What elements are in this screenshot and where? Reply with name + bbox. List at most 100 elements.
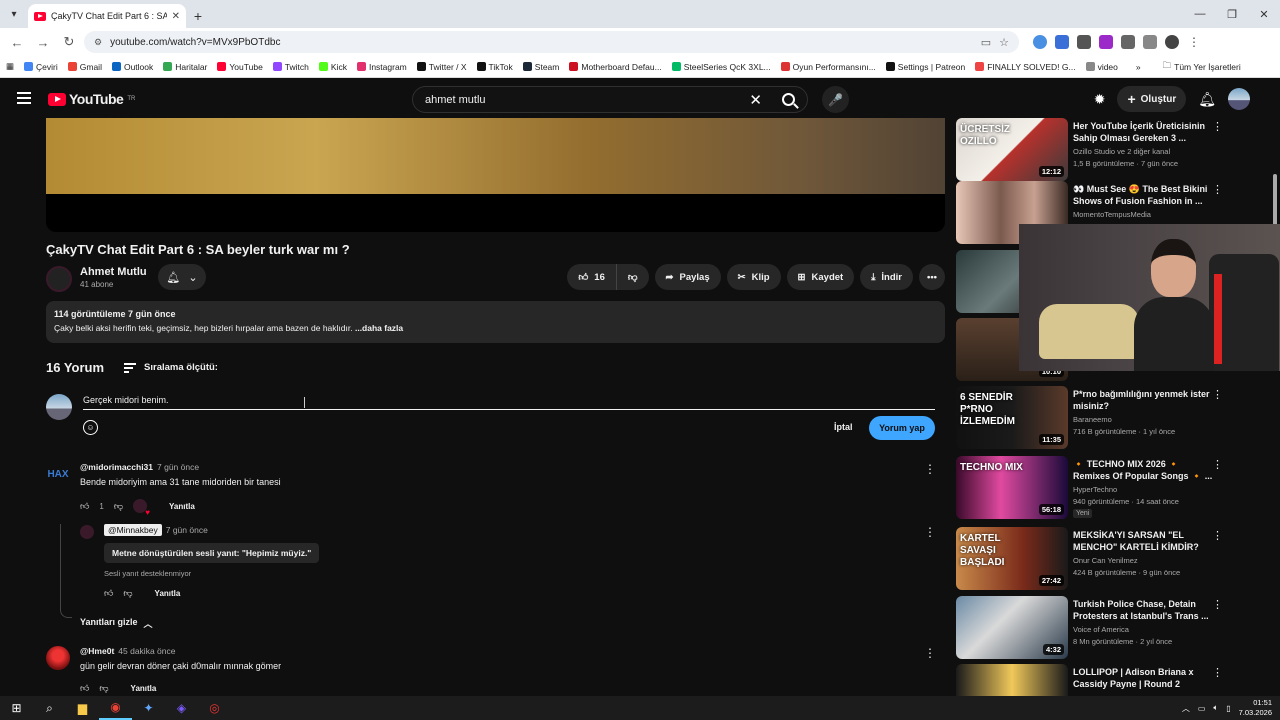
commenter-avatar[interactable]: HAX	[46, 462, 70, 486]
site-info-icon[interactable]: ⚙	[94, 37, 102, 48]
related-video-item[interactable]: TECHNO MIX 56:18 🔸 TECHNO MIX 2026 🔸 Remix…	[956, 456, 1268, 520]
video-thumbnail[interactable]: ÜCRETSİZ OZILLO 12:12	[956, 118, 1068, 181]
related-video-title[interactable]: MEKSİKA'YI SARSAN "EL MENCHO" KARTELİ Kİ…	[1073, 529, 1213, 553]
subscription-bell-button[interactable]: 🔔︎ ⌄	[158, 264, 206, 290]
file-explorer-icon[interactable]: ▆	[66, 696, 99, 720]
related-video-menu-icon[interactable]: ⋮	[1212, 529, 1223, 542]
related-video-title[interactable]: LOLLIPOP | Adison Briana x Cassidy Payne…	[1073, 666, 1213, 690]
extension-2-icon[interactable]	[1055, 35, 1069, 49]
back-icon[interactable]: ←	[6, 31, 28, 53]
profile-avatar-icon[interactable]	[1165, 35, 1179, 49]
video-thumbnail[interactable]: KARTEL SAVAŞI BAŞLADI 27:42	[956, 527, 1068, 590]
browser-tab[interactable]: ÇakyTV Chat Edit Part 6 : SA be... ✕	[28, 4, 186, 28]
related-video-item[interactable]: 6 SENEDİR P*RNO İZLEMEDİM 11:35 P*rno bağı…	[956, 386, 1268, 450]
all-bookmarks-folder[interactable]: 🗀 Tüm Yer İşaretleri	[1163, 60, 1241, 74]
bookmark-item[interactable]: Motherboard Defau...	[569, 62, 662, 72]
emoji-icon[interactable]: ☺	[83, 420, 98, 435]
comment-menu-icon[interactable]: ⋮	[924, 462, 936, 476]
comment-time[interactable]: 7 gün önce	[157, 462, 199, 472]
account-avatar[interactable]	[1228, 88, 1250, 110]
tab-search-icon[interactable]: ▾	[0, 0, 28, 28]
thumbs-down-icon[interactable]: 👎︎	[123, 588, 132, 599]
sort-button[interactable]: Sıralama ölçütü:	[124, 362, 218, 373]
related-video-menu-icon[interactable]: ⋮	[1212, 598, 1223, 611]
reply-button[interactable]: Yanıtla	[169, 502, 195, 511]
video-thumbnail[interactable]	[956, 664, 1068, 696]
related-video-title[interactable]: 👀 Must See 😍 The Best Bikini Shows of Fu…	[1073, 183, 1213, 207]
bookmark-star-icon[interactable]: ☆	[999, 36, 1009, 49]
comment-input[interactable]: Gerçek midori benim.	[83, 392, 935, 410]
reload-icon[interactable]: ↻	[58, 31, 80, 53]
bookmark-item[interactable]: video	[1085, 62, 1118, 72]
related-video-item[interactable]: KARTEL SAVAŞI BAŞLADI 27:42 MEKSİKA'YI SAR…	[956, 527, 1268, 591]
related-video-title[interactable]: Turkish Police Chase, Detain Protesters …	[1073, 598, 1213, 622]
network-icon[interactable]: ▭	[1198, 704, 1206, 713]
related-video-title[interactable]: 🔸 TECHNO MIX 2026 🔸 Remixes Of Popular S…	[1073, 458, 1213, 482]
clock[interactable]: 01:51 7.03.2026	[1239, 698, 1272, 718]
reply-button[interactable]: Yanıtla	[155, 589, 181, 598]
related-video-channel[interactable]: HyperTechno	[1073, 485, 1117, 494]
more-bookmarks-icon[interactable]: »	[1136, 62, 1141, 72]
bookmark-item[interactable]: Oyun Performansını...	[780, 62, 876, 72]
battery-icon[interactable]: ▯	[1226, 704, 1230, 713]
extension-3-icon[interactable]	[1077, 35, 1091, 49]
related-video-item[interactable]: ÜCRETSİZ OZILLO 12:12 Her YouTube İçerik Ü…	[956, 118, 1268, 182]
forward-icon[interactable]: →	[32, 31, 54, 53]
channel-name[interactable]: Ahmet Mutlu	[80, 266, 147, 278]
comment-time[interactable]: 45 dakika önce	[118, 646, 175, 656]
commenter-avatar[interactable]	[46, 646, 70, 670]
comment-author[interactable]: @Hme0t 45 dakika önce	[80, 646, 175, 656]
app-1-icon[interactable]: ✦	[132, 696, 165, 720]
video-thumbnail[interactable]: TECHNO MIX 56:18	[956, 456, 1068, 519]
create-button[interactable]: + Oluştur	[1117, 86, 1187, 112]
search-input[interactable]: ahmet mutlu	[425, 94, 749, 106]
related-video-channel[interactable]: Ozillo Studio ve 2 diğer kanal	[1073, 147, 1170, 156]
download-button[interactable]: ⤓ İndir	[860, 264, 913, 290]
thumbs-down-icon[interactable]: 👎︎	[99, 683, 108, 694]
bookmark-item[interactable]: FINALLY SOLVED! G...	[975, 62, 1076, 72]
show-more-link[interactable]: ...daha fazla	[355, 323, 403, 333]
cast-icon[interactable]: ▭	[981, 36, 991, 49]
close-tab-icon[interactable]: ✕	[172, 11, 180, 22]
video-thumbnail[interactable]: 6 SENEDİR P*RNO İZLEMEDİM 11:35	[956, 386, 1068, 449]
taskbar-search-icon[interactable]: ⌕	[33, 696, 66, 720]
url-input[interactable]: ⚙ youtube.com/watch?v=MVx9PbOTdbc ▭ ☆	[84, 31, 1019, 53]
related-video-channel[interactable]: Baraneemo	[1073, 415, 1112, 424]
comment-author[interactable]: @midorimacchi31 7 gün önce	[80, 462, 199, 472]
reply-author-avatar[interactable]	[80, 525, 94, 539]
menu-icon[interactable]	[17, 92, 31, 104]
more-actions-button[interactable]: •••	[919, 264, 945, 290]
thumbs-down-icon[interactable]: 👎︎	[114, 501, 123, 512]
app-2-icon[interactable]: ◈	[165, 696, 198, 720]
bookmark-item[interactable]: Kick	[318, 62, 347, 72]
related-video-channel[interactable]: MomentoTempusMedia	[1073, 210, 1151, 219]
bookmark-item[interactable]: Outlook	[111, 62, 153, 72]
clip-button[interactable]: ✂ Klip	[726, 264, 781, 290]
search-box[interactable]: ahmet mutlu ✕	[412, 86, 808, 113]
volume-icon[interactable]: 🔈︎	[1213, 703, 1218, 713]
bookmark-item[interactable]: Twitter / X	[416, 62, 467, 72]
extension-4-icon[interactable]	[1099, 35, 1113, 49]
bookmark-item[interactable]: Gmail	[67, 62, 102, 72]
dislike-button[interactable]: 👎︎	[617, 264, 649, 290]
bookmark-item[interactable]: Haritalar	[163, 62, 207, 72]
clear-search-icon[interactable]: ✕	[749, 91, 762, 109]
submit-comment-button[interactable]: Yorum yap	[869, 416, 935, 440]
chrome-icon[interactable]: ◉	[99, 696, 132, 720]
notifications-bell-icon[interactable]: 🔔︎	[1198, 91, 1216, 108]
reply-button[interactable]: Yanıtla	[131, 684, 157, 693]
related-video-title[interactable]: Her YouTube İçerik Üreticisinin Sahip Ol…	[1073, 120, 1213, 144]
voice-search-icon[interactable]: 🎤	[822, 86, 849, 113]
tray-chevron-icon[interactable]: ︿	[1182, 703, 1190, 714]
browser-menu-icon[interactable]: ⋮	[1187, 35, 1201, 49]
share-button[interactable]: ➦ Paylaş	[654, 264, 721, 290]
save-button[interactable]: ⊞ Kaydet	[786, 264, 855, 290]
reply-author[interactable]: @Minnakbey 7 gün önce	[104, 524, 208, 536]
reply-menu-icon[interactable]: ⋮	[924, 525, 936, 539]
thumbs-up-icon[interactable]: 👍︎	[80, 683, 89, 694]
minimize-icon[interactable]: —	[1184, 0, 1216, 28]
comment-menu-icon[interactable]: ⋮	[924, 646, 936, 660]
related-video-menu-icon[interactable]: ⋮	[1212, 666, 1223, 679]
bookmark-item[interactable]: SteelSeries QcK 3XL...	[671, 62, 771, 72]
bookmark-item[interactable]: Çeviri	[24, 62, 58, 72]
